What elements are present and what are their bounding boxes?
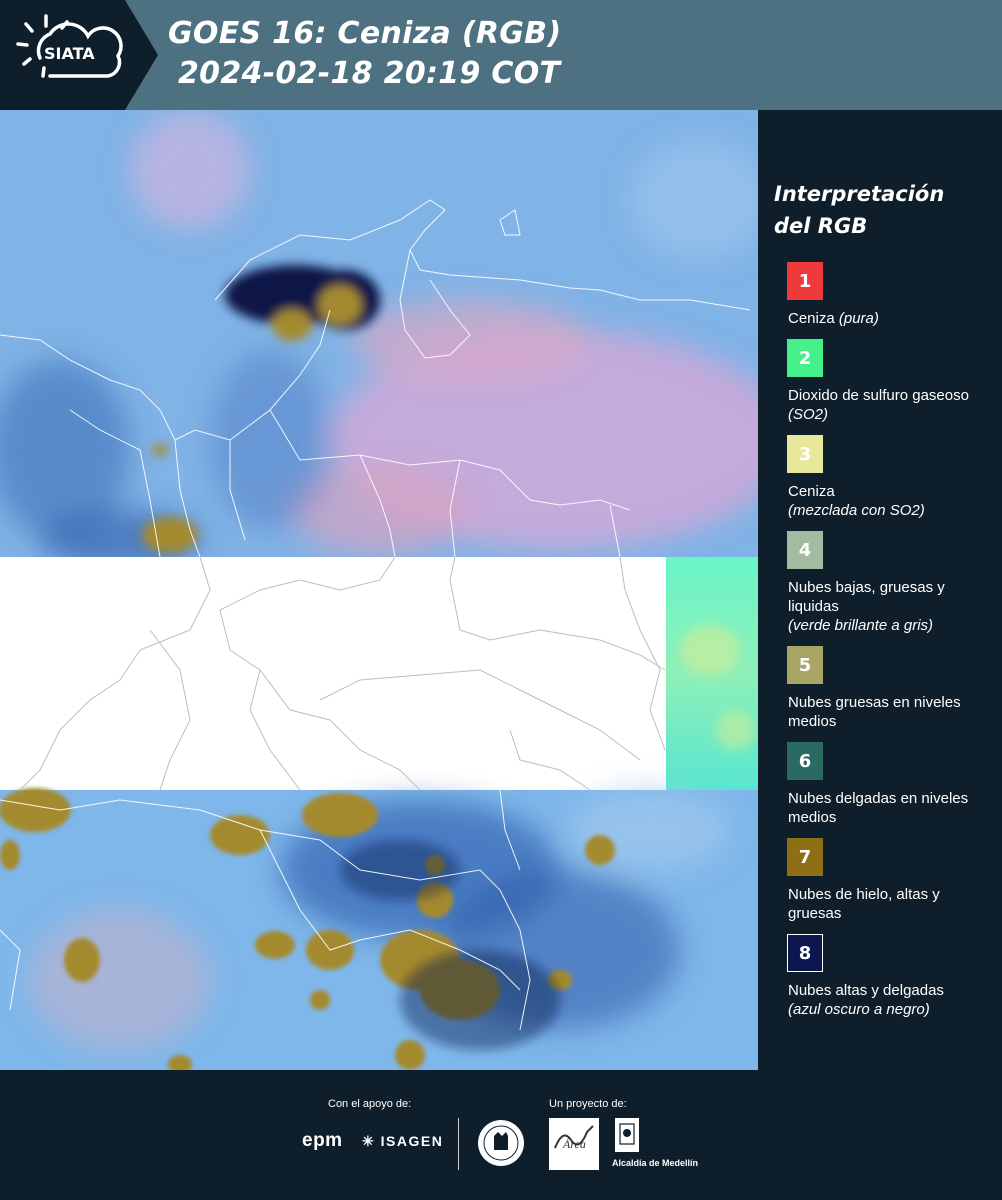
legend-label-note: (verde brillante a gris) (788, 617, 934, 634)
footer-divider (458, 1118, 459, 1170)
satellite-map[interactable] (0, 110, 758, 1070)
alcaldia-shield-icon[interactable] (612, 1116, 642, 1156)
siata-logo[interactable]: SIATA (0, 0, 158, 110)
legend-item-2: 2 Dioxido de sulfuro gaseoso (SO2) (774, 339, 996, 424)
title-product: GOES 16: Ceniza (RGB) (168, 16, 562, 51)
page-title: GOES 16: Ceniza (RGB) 2024-02-18 20:19 C… (168, 14, 561, 94)
area-signature-icon: Área (554, 1125, 594, 1151)
legend-item-4: 4 Nubes bajas, gruesas y liquidas (verde b… (774, 531, 996, 635)
legend-swatch: 8 (787, 934, 823, 972)
legend-label: Nubes bajas, gruesas y liquidas (verde br… (788, 578, 996, 635)
legend-label-note: (pura) (838, 310, 879, 327)
legend-item-8: 8 Nubes altas y delgadas (azul oscuro a ne… (774, 934, 996, 1019)
isagen-mark-icon: ✳ (362, 1133, 376, 1149)
project-label: Un proyecto de: (549, 1098, 627, 1110)
legend-item-1: 1 Ceniza (pura) (774, 262, 996, 328)
legend-label-note: (mezclada con SO2) (788, 502, 925, 519)
legend-label-text: Ceniza (788, 310, 835, 327)
legend-label-note: (azul oscuro a negro) (788, 1001, 930, 1018)
legend-title: Interpretación del RGB (774, 178, 996, 242)
epm-logo[interactable]: epm (302, 1130, 343, 1152)
legend-swatch: 3 (787, 435, 823, 473)
legend-label: Nubes de hielo, altas y gruesas (788, 885, 996, 923)
legend-label-text: Nubes altas y delgadas (788, 982, 944, 999)
legend-title-line2: del RGB (774, 214, 868, 238)
legend-label: Ceniza (pura) (788, 309, 996, 328)
legend-item-3: 3 Ceniza (mezclada con SO2) (774, 435, 996, 520)
legend-label-note: (SO2) (788, 406, 829, 423)
legend-label-text: Nubes gruesas en niveles medios (788, 694, 961, 730)
legend-label: Dioxido de sulfuro gaseoso (SO2) (788, 386, 996, 424)
legend-swatch: 4 (787, 531, 823, 569)
legend-label-text: Ceniza (788, 483, 835, 500)
university-seal-icon[interactable] (476, 1118, 526, 1168)
footer: Con el apoyo de: Un proyecto de: epm ✳ I… (0, 1070, 1002, 1200)
rgb-composite-image (0, 110, 758, 1070)
legend-label: Nubes delgadas en niveles medios (788, 789, 996, 827)
svg-text:Área: Área (562, 1137, 586, 1151)
legend-label-text: Nubes delgadas en niveles medios (788, 790, 969, 826)
legend-swatch: 5 (787, 646, 823, 684)
legend-swatch: 6 (787, 742, 823, 780)
legend-swatch: 7 (787, 838, 823, 876)
legend-title-line1: Interpretación (774, 182, 945, 206)
legend-item-7: 7 Nubes de hielo, altas y gruesas (774, 838, 996, 923)
rgb-legend: Interpretación del RGB 1 Ceniza (pura) 2 Di… (774, 178, 996, 1030)
support-label: Con el apoyo de: (328, 1098, 412, 1110)
legend-label-text: Nubes bajas, gruesas y liquidas (788, 579, 945, 615)
isagen-logo[interactable]: ✳ ISAGEN (362, 1133, 443, 1150)
legend-item-5: 5 Nubes gruesas en niveles medios (774, 646, 996, 731)
logo-text: SIATA (44, 44, 95, 63)
legend-label-text: Nubes de hielo, altas y gruesas (788, 886, 940, 922)
legend-item-6: 6 Nubes delgadas en niveles medios (774, 742, 996, 827)
isagen-text: ISAGEN (380, 1133, 444, 1149)
legend-items: 1 Ceniza (pura) 2 Dioxido de sulfuro gaseos… (774, 262, 996, 1019)
alcaldia-text: Alcaldía de Medellín (612, 1158, 699, 1168)
legend-label-text: Dioxido de sulfuro gaseoso (788, 387, 969, 404)
area-metropolitana-logo[interactable]: Área (549, 1118, 599, 1170)
legend-label: Nubes gruesas en niveles medios (788, 693, 996, 731)
title-timestamp: 2024-02-18 20:19 COT (178, 56, 561, 91)
header-bar: SIATA GOES 16: Ceniza (RGB) 2024-02-18 2… (0, 0, 1002, 110)
legend-label: Nubes altas y delgadas (azul oscuro a neg… (788, 981, 996, 1019)
legend-swatch: 2 (787, 339, 823, 377)
legend-swatch: 1 (787, 262, 823, 300)
legend-label: Ceniza (mezclada con SO2) (788, 482, 996, 520)
